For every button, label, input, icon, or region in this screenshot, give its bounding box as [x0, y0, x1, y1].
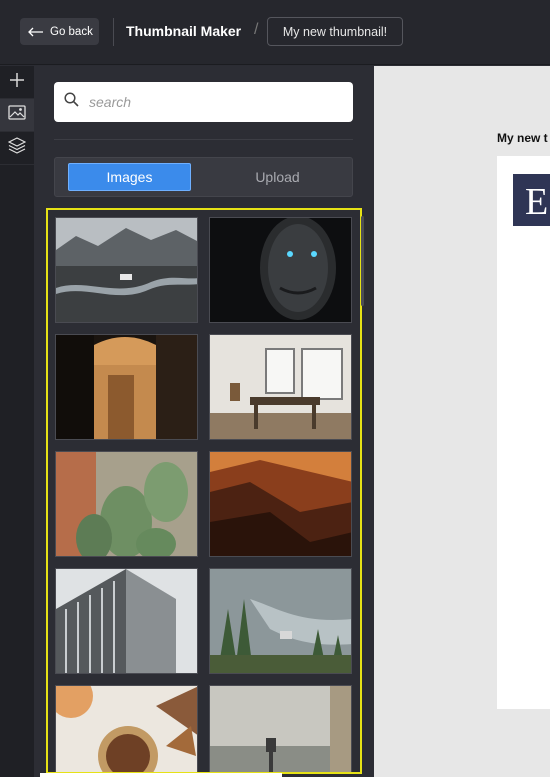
image-thumbnail[interactable]	[209, 217, 352, 323]
go-back-button[interactable]: Go back	[20, 18, 99, 45]
images-tool-button[interactable]	[0, 99, 34, 132]
divider	[54, 139, 353, 140]
canvas-text-block[interactable]: E	[513, 174, 550, 226]
image-thumbnail[interactable]	[55, 334, 198, 440]
breadcrumb-separator: /	[254, 21, 259, 38]
document-name-field[interactable]: My new thumbnail!	[267, 17, 403, 46]
search-icon	[64, 92, 79, 112]
top-bar: Go back Thumbnail Maker / My new thumbna…	[0, 0, 550, 65]
image-panel: Images Upload	[34, 66, 374, 777]
canvas-letter: E	[525, 181, 549, 223]
layers-icon	[7, 137, 27, 159]
image-thumbnail[interactable]	[55, 568, 198, 674]
canvas-area: My new t E	[374, 66, 550, 777]
canvas-title: My new t	[497, 131, 548, 145]
image-gallery	[46, 208, 362, 774]
tab-images[interactable]: Images	[68, 163, 191, 191]
image-icon	[8, 105, 26, 125]
plus-icon	[9, 72, 25, 93]
thumbnail-canvas[interactable]: E	[497, 156, 550, 709]
gallery-scrollbar[interactable]	[361, 216, 364, 306]
image-thumbnail[interactable]	[55, 451, 198, 557]
tool-rail	[0, 66, 34, 777]
layers-tool-button[interactable]	[0, 132, 34, 165]
source-tabs: Images Upload	[54, 157, 353, 197]
search-input[interactable]	[87, 93, 331, 111]
bottom-strip	[40, 773, 282, 777]
image-thumbnail[interactable]	[209, 685, 352, 772]
divider	[113, 18, 114, 46]
image-thumbnail[interactable]	[209, 568, 352, 674]
image-thumbnail[interactable]	[55, 685, 198, 772]
image-thumbnail[interactable]	[55, 217, 198, 323]
back-arrow-icon	[28, 27, 44, 37]
tab-upload[interactable]: Upload	[215, 163, 340, 191]
add-element-button[interactable]	[0, 66, 34, 99]
search-box[interactable]	[54, 82, 353, 122]
app-title: Thumbnail Maker	[126, 23, 242, 39]
go-back-label: Go back	[50, 25, 93, 38]
image-thumbnail[interactable]	[209, 451, 352, 557]
image-thumbnail[interactable]	[209, 334, 352, 440]
